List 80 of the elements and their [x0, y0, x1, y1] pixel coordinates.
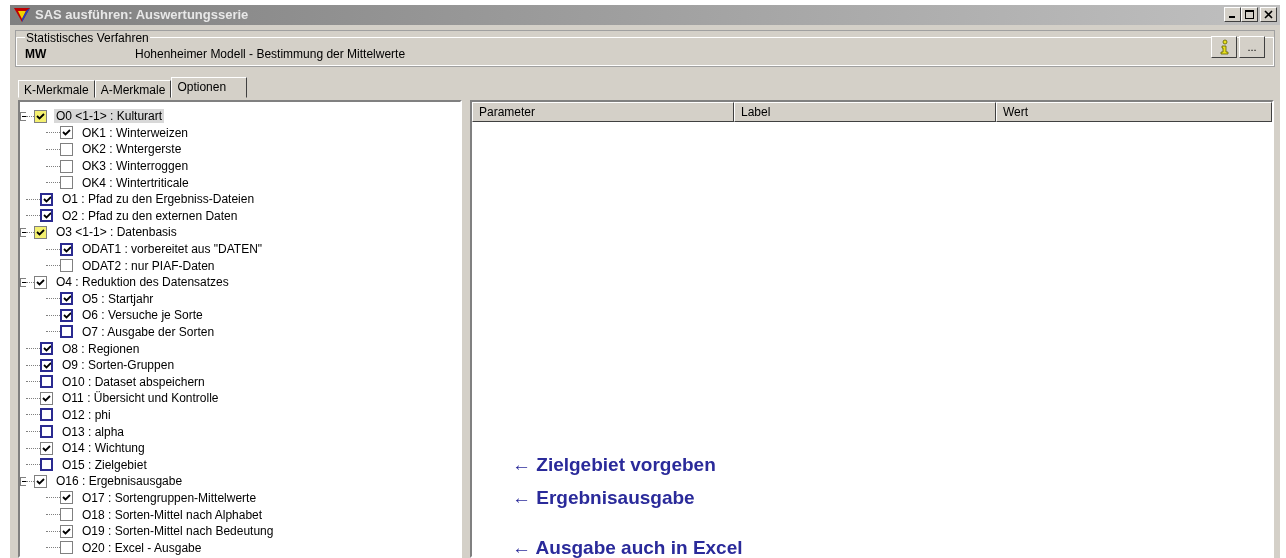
- checkbox[interactable]: [34, 474, 47, 488]
- checkbox[interactable]: [60, 292, 73, 306]
- annotation-text: ← Zielgebiet vorgeben: [512, 454, 716, 475]
- minimize-button[interactable]: [1224, 7, 1241, 23]
- checkbox[interactable]: [40, 342, 53, 356]
- checkbox[interactable]: [40, 209, 53, 223]
- checkbox[interactable]: [60, 541, 73, 555]
- checkbox[interactable]: [34, 109, 47, 123]
- tree-item[interactable]: O14 : Wichtung: [60, 441, 147, 456]
- tree-item[interactable]: O5 : Startjahr: [80, 291, 156, 306]
- collapse-icon[interactable]: [20, 476, 26, 486]
- tree-item[interactable]: OK3 : Winterroggen: [80, 159, 191, 174]
- checkbox[interactable]: [60, 159, 73, 173]
- checkbox[interactable]: [60, 308, 73, 322]
- column-header[interactable]: Label: [734, 101, 996, 122]
- group-legend: Statistisches Verfahren: [25, 30, 150, 45]
- tree-item[interactable]: O4 : Reduktion des Datensatzes: [54, 275, 231, 290]
- tree-item[interactable]: O6 : Versuche je Sorte: [80, 308, 205, 323]
- tree-item[interactable]: O16 : Ergebnisausgabe: [54, 474, 185, 489]
- checkbox[interactable]: [40, 375, 53, 389]
- checkbox[interactable]: [60, 524, 73, 538]
- checkbox[interactable]: [40, 192, 53, 206]
- tree-item[interactable]: O8 : Regionen: [60, 341, 142, 356]
- checkbox[interactable]: [34, 275, 47, 289]
- checkbox[interactable]: [40, 458, 53, 472]
- info-button[interactable]: [1211, 35, 1237, 58]
- annotation-text: ← Ergebnisausgabe: [512, 487, 695, 508]
- window-title: SAS ausführen: Auswertungsserie: [35, 7, 249, 23]
- tree-item[interactable]: O9 : Sorten-Gruppen: [60, 358, 177, 373]
- tree-item[interactable]: ODAT2 : nur PIAF-Daten: [80, 258, 217, 273]
- column-header[interactable]: Parameter: [472, 101, 734, 122]
- tree-item[interactable]: OK4 : Wintertriticale: [80, 175, 191, 190]
- checkbox[interactable]: [60, 242, 73, 256]
- tree-item[interactable]: ODAT1 : vorbereitet aus "DATEN": [80, 242, 265, 256]
- checkbox[interactable]: [60, 126, 73, 140]
- checkbox[interactable]: [40, 441, 53, 455]
- tree-item[interactable]: O19 : Sorten-Mittel nach Bedeutung: [80, 524, 276, 539]
- checkbox[interactable]: [34, 225, 47, 239]
- tree-item[interactable]: O2 : Pfad zu den externen Daten: [60, 208, 240, 223]
- collapse-icon[interactable]: [20, 227, 26, 237]
- tab[interactable]: A-Merkmale: [94, 79, 172, 98]
- tree-item[interactable]: O15 : Zielgebiet: [60, 457, 149, 472]
- annotation-text: ← Ausgabe auch in Excel: [512, 537, 743, 558]
- tree-item[interactable]: O1 : Pfad zu den Ergebniss-Dateien: [60, 192, 257, 207]
- column-header[interactable]: Wert: [996, 101, 1272, 122]
- tab[interactable]: K-Merkmale: [18, 79, 95, 98]
- tree-item[interactable]: O7 : Ausgabe der Sorten: [80, 325, 217, 339]
- tree-item[interactable]: O20 : Excel - Ausgabe: [80, 540, 204, 555]
- maximize-icon: [1245, 10, 1254, 20]
- checkbox[interactable]: [40, 391, 53, 405]
- tree-item[interactable]: O17 : Sortengruppen-Mittelwerte: [80, 490, 259, 505]
- close-icon: [1264, 10, 1273, 20]
- tree-item[interactable]: OK1 : Winterweizen: [80, 125, 191, 140]
- collapse-icon[interactable]: [20, 277, 26, 287]
- info-icon: [1218, 38, 1230, 55]
- maximize-button[interactable]: [1241, 7, 1258, 23]
- collapse-icon[interactable]: [20, 111, 26, 121]
- tree-item[interactable]: O11 : Übersicht und Kontrolle: [60, 391, 221, 406]
- tree-item[interactable]: O12 : phi: [60, 407, 113, 422]
- tree-item[interactable]: OK2 : Wntergerste: [80, 142, 184, 157]
- procedure-code: MW: [25, 46, 48, 61]
- more-button[interactable]: ...: [1239, 35, 1265, 58]
- checkbox[interactable]: [40, 425, 53, 439]
- checkbox[interactable]: [60, 142, 73, 156]
- tree-item[interactable]: O10 : Dataset abspeichern: [60, 374, 207, 389]
- checkbox[interactable]: [60, 259, 73, 273]
- app-logo-icon: [13, 7, 31, 23]
- checkbox[interactable]: [40, 408, 53, 422]
- checkbox[interactable]: [60, 176, 73, 190]
- checkbox[interactable]: [60, 508, 73, 521]
- close-button[interactable]: [1260, 7, 1277, 23]
- tree-item[interactable]: O13 : alpha: [60, 424, 127, 439]
- checkbox[interactable]: [40, 358, 53, 372]
- tab[interactable]: Optionen: [171, 76, 248, 98]
- tree-item[interactable]: O0 <1-1> : Kulturart: [54, 109, 165, 124]
- checkbox[interactable]: [60, 491, 73, 505]
- tree-item[interactable]: O18 : Sorten-Mittel nach Alphabet: [80, 507, 265, 522]
- procedure-description: Hohenheimer Modell - Bestimmung der Mittelwerte: [135, 46, 407, 61]
- tree-item[interactable]: O3 <1-1> : Datenbasis: [54, 225, 179, 240]
- checkbox[interactable]: [60, 325, 73, 339]
